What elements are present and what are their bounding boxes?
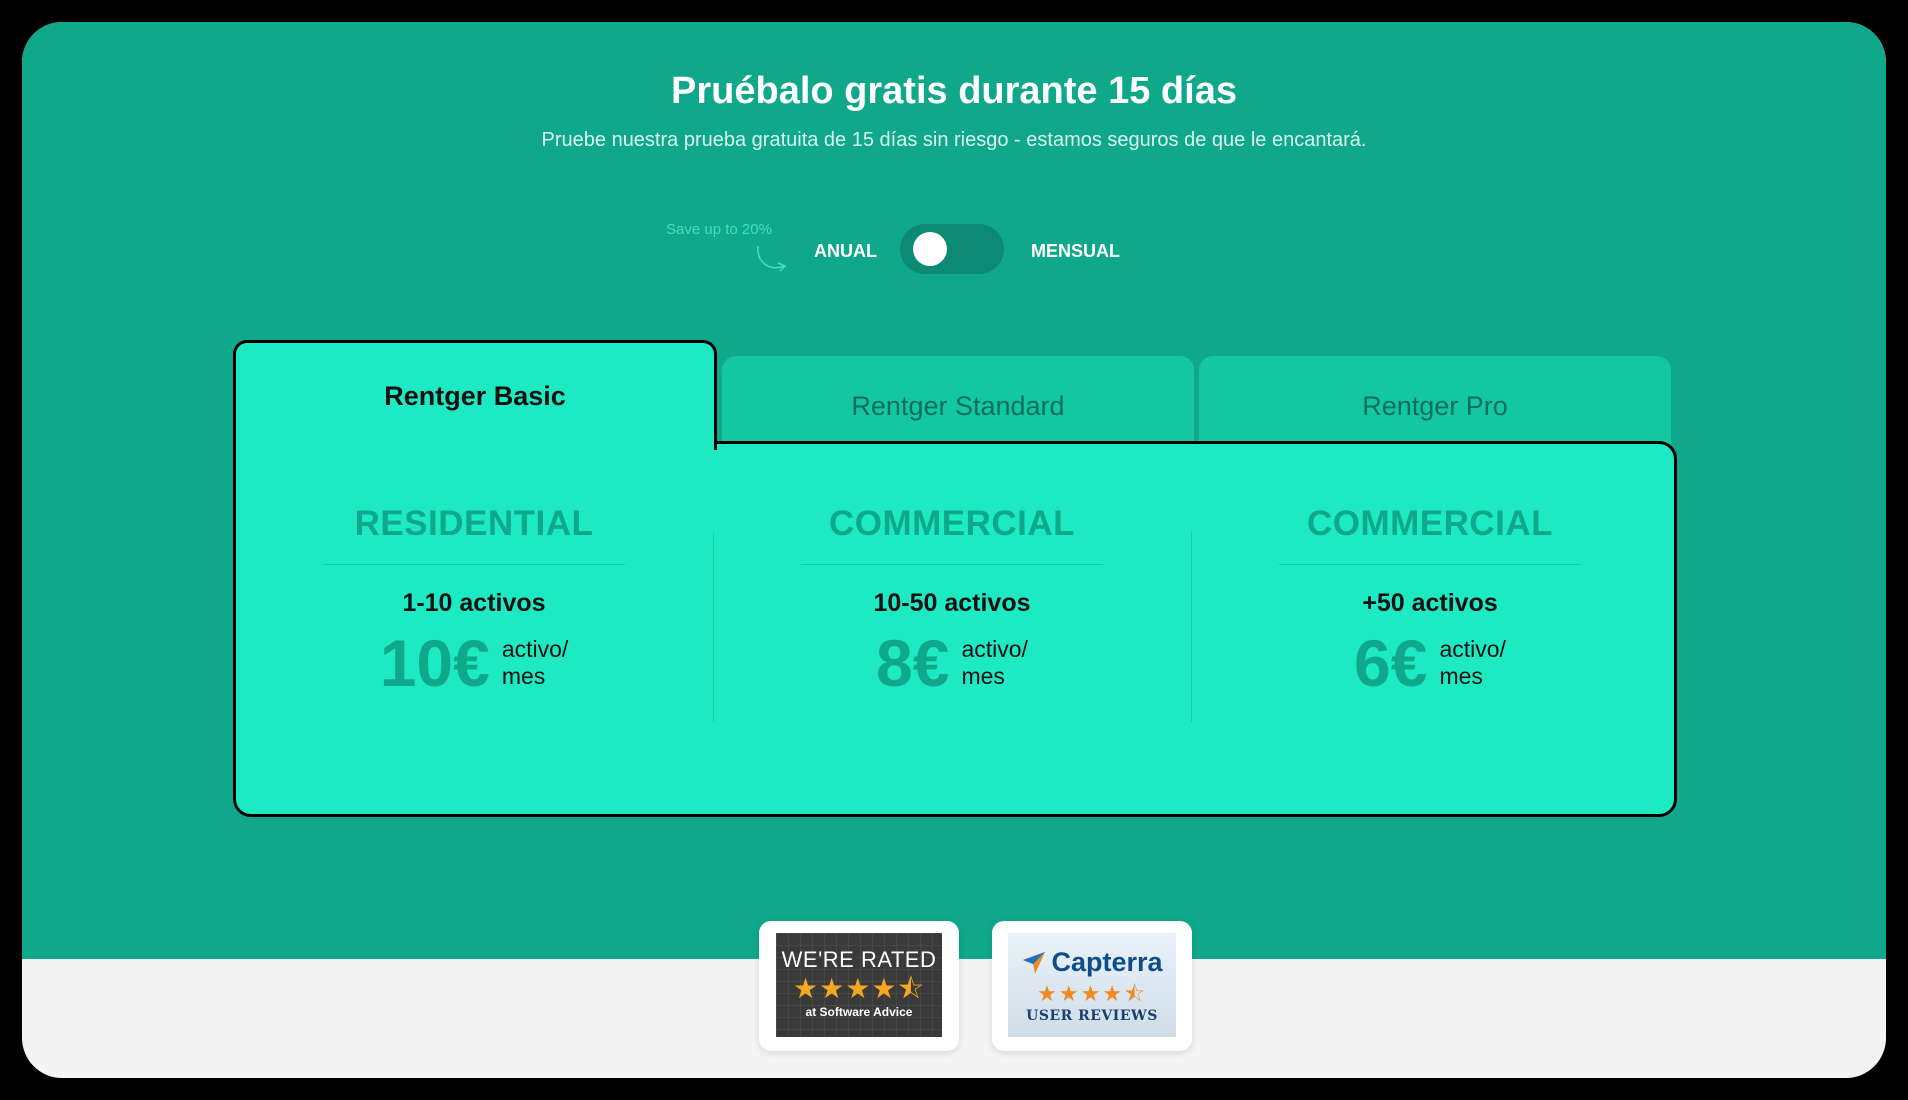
plan-unit: activo/mes <box>501 636 569 689</box>
plan-unit: activo/mes <box>961 636 1028 689</box>
plan-assets: +50 activos <box>1362 589 1498 617</box>
save-note: Save up to 20% <box>666 221 772 238</box>
plan-commercial-small: COMMERCIAL 10-50 activos 8€ activo/mes <box>714 504 1190 696</box>
capterra-badge[interactable]: Capterra ★★★★⯪ USER REVIEWS <box>992 921 1192 1051</box>
plan-residential: RESIDENTIAL 1-10 activos 10€ activo/mes <box>236 504 712 696</box>
plan-name: RESIDENTIAL <box>354 504 594 543</box>
plan-name: COMMERCIAL <box>1306 504 1554 543</box>
plan-price: 6€ <box>1354 626 1428 700</box>
plan-assets: 1-10 activos <box>402 589 546 617</box>
monthly-label[interactable]: MENSUAL <box>1031 241 1120 262</box>
capterra-arrow-icon <box>1023 951 1046 974</box>
plan-price: 10€ <box>379 626 490 700</box>
rating-stars-icon: ★★★★⯪ <box>793 973 925 1004</box>
annual-label[interactable]: ANUAL <box>814 241 877 262</box>
pricing-section: Pruébalo gratis durante 15 días Pruebe n… <box>22 22 1886 959</box>
rating-stars-icon: ★★★★⯪ <box>1037 981 1147 1006</box>
toggle-knob <box>913 232 947 266</box>
plan-unit: activo/mes <box>1439 636 1506 689</box>
plan-assets: 10-50 activos <box>873 589 1031 617</box>
page-subtitle: Pruebe nuestra prueba gratuita de 15 día… <box>541 129 1367 151</box>
plan-price: 8€ <box>876 626 950 700</box>
tab-rentger-pro[interactable]: Rentger Pro <box>1199 356 1671 446</box>
page-title: Pruébalo gratis durante 15 días <box>671 70 1237 112</box>
software-advice-badge[interactable]: WE'RE RATED ★★★★⯪ at Software Advice <box>759 921 959 1051</box>
capterra-logo: Capterra ★★★★⯪ USER REVIEWS <box>1008 933 1176 1037</box>
billing-toggle[interactable] <box>900 224 1004 274</box>
plan-commercial-large: COMMERCIAL +50 activos 6€ activo/mes <box>1192 504 1668 696</box>
curved-arrow-icon <box>757 245 787 272</box>
software-advice-logo: WE'RE RATED ★★★★⯪ at Software Advice <box>776 933 942 1037</box>
app-window: Pruébalo gratis durante 15 días Pruebe n… <box>22 22 1886 1078</box>
tab-rentger-standard[interactable]: Rentger Standard <box>722 356 1194 446</box>
pricing-card: RESIDENTIAL 1-10 activos 10€ activo/mes … <box>233 441 1677 817</box>
plan-divider <box>323 564 625 565</box>
plan-name: COMMERCIAL <box>828 504 1076 543</box>
plan-divider <box>801 564 1103 565</box>
plan-divider <box>1279 564 1581 565</box>
tab-rentger-basic[interactable]: Rentger Basic <box>233 340 717 450</box>
